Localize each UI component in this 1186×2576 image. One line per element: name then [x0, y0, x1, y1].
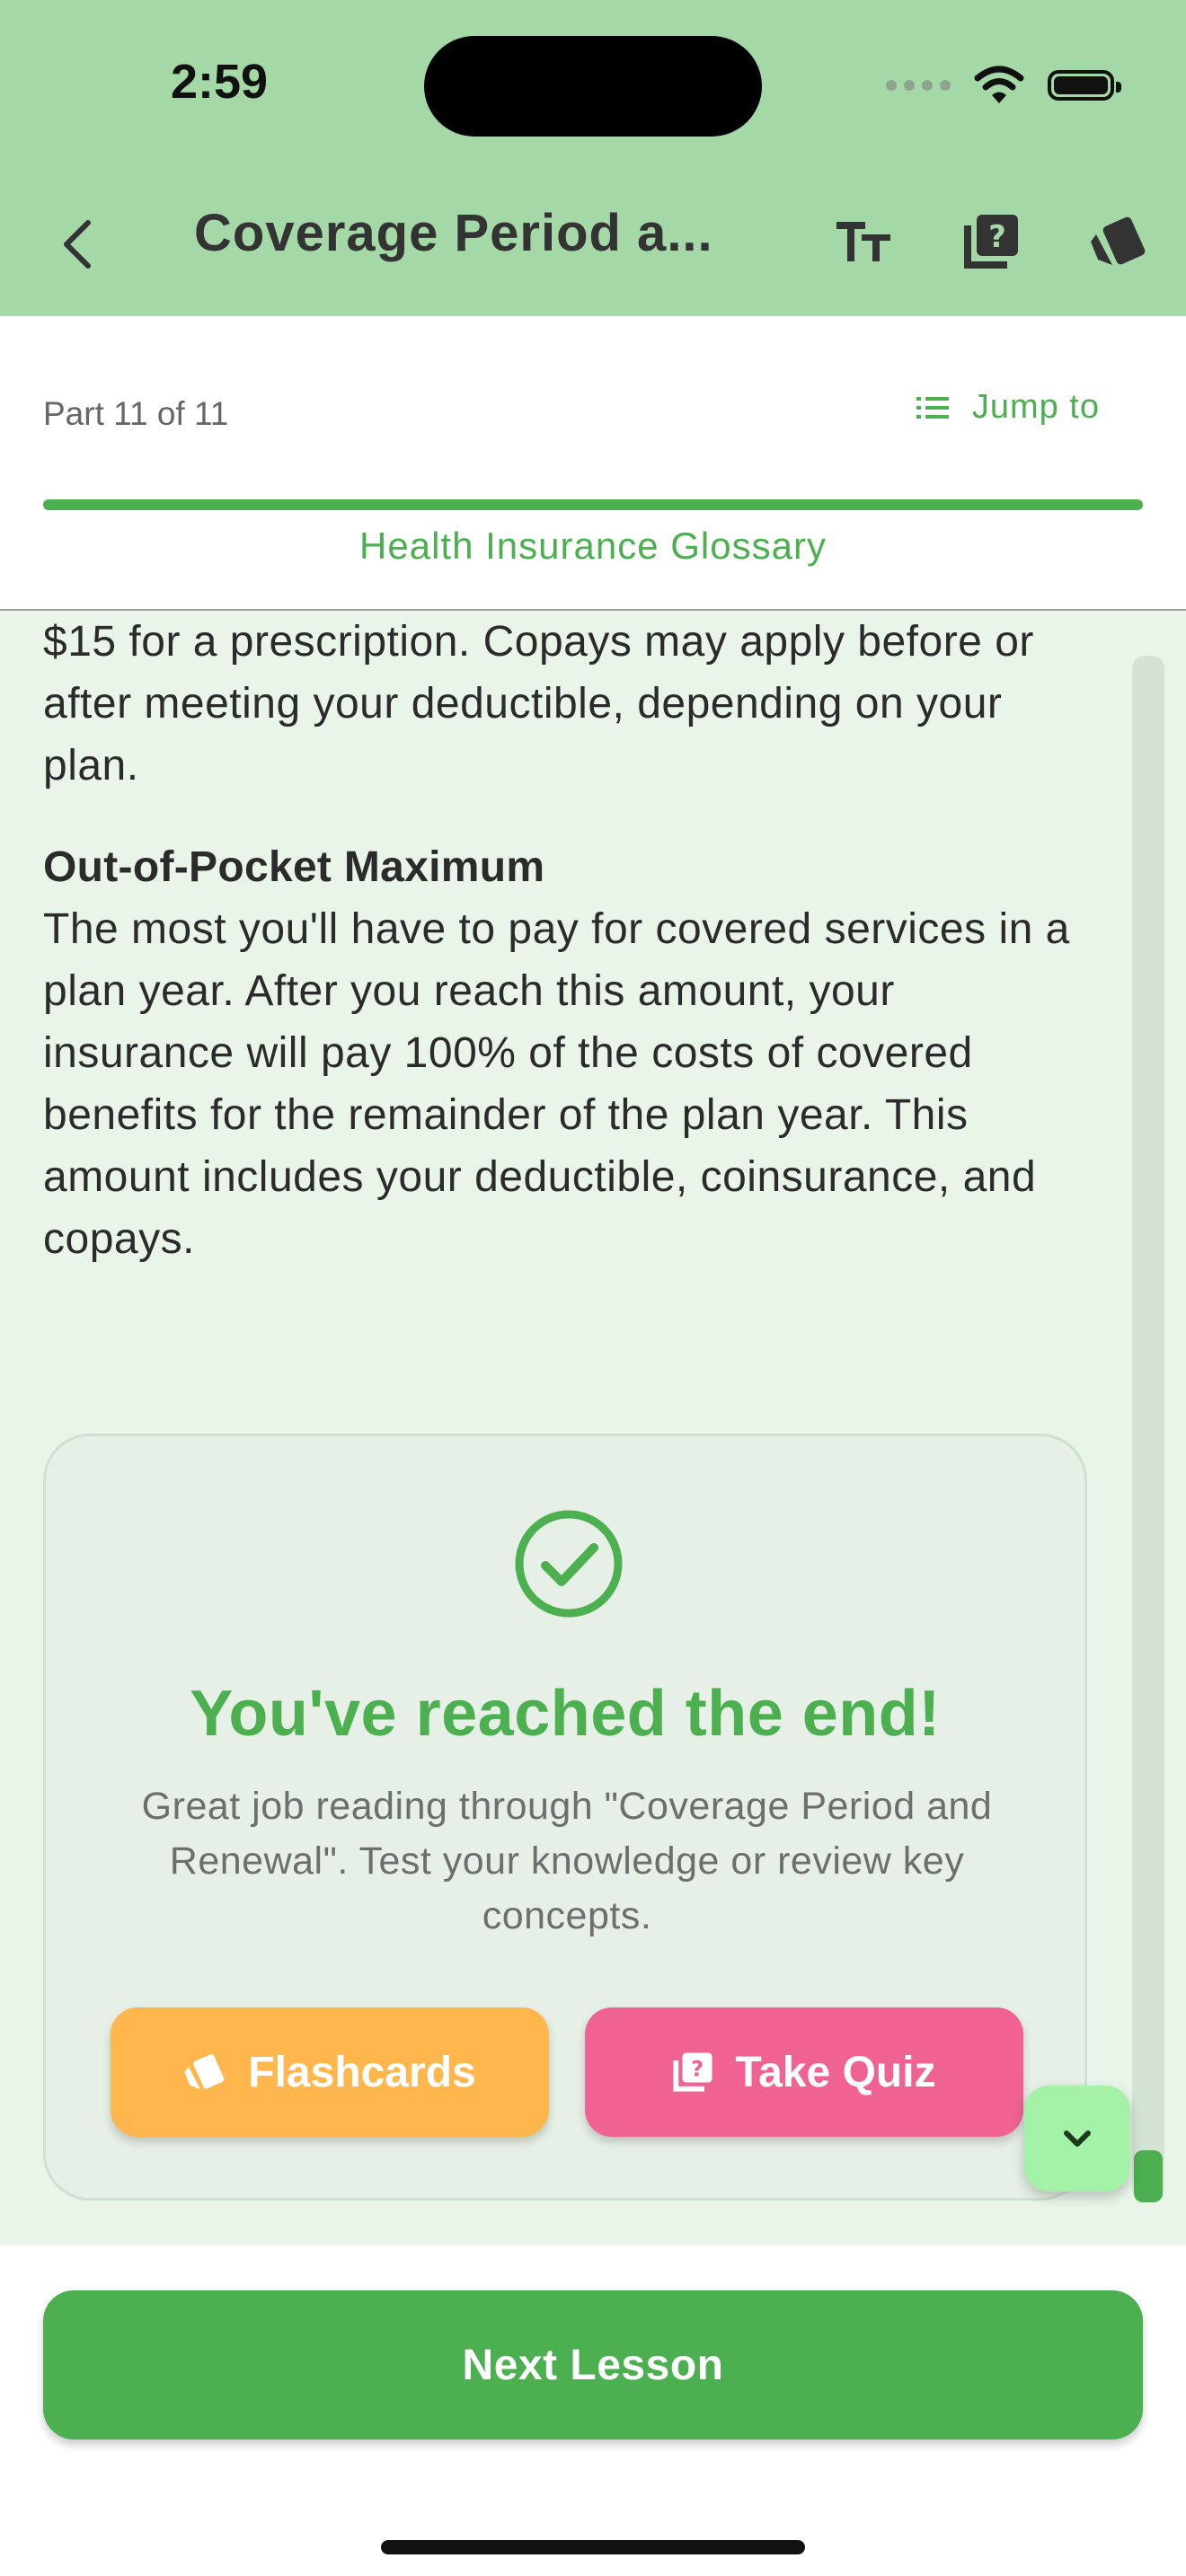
- chevron-left-icon: [64, 220, 91, 269]
- svg-text:?: ?: [988, 219, 1006, 255]
- term-heading: Out-of-Pocket Maximum: [43, 843, 545, 891]
- dynamic-island: [424, 36, 762, 137]
- flashcards-button[interactable]: Flashcards: [111, 2007, 549, 2137]
- completion-description: Great job reading through "Coverage Peri…: [141, 1785, 993, 1937]
- scrollbar-thumb[interactable]: [1134, 2150, 1163, 2202]
- completion-card: You've reached the end! Great job readin…: [43, 1434, 1087, 2201]
- jump-to-button[interactable]: Jump to: [916, 388, 1100, 427]
- lesson-progress-bar: [43, 499, 1143, 510]
- check-circle-icon: [515, 1510, 623, 1618]
- course-name: Health Insurance Glossary: [359, 525, 827, 567]
- paragraph: $15 for a prescription. Copays may apply…: [43, 618, 1034, 790]
- flashcards-button[interactable]: [1087, 210, 1150, 273]
- flashcards-icon: [1091, 216, 1146, 265]
- quiz-button[interactable]: ?: [960, 210, 1022, 273]
- wifi-icon: [974, 66, 1024, 103]
- svg-text:?: ?: [691, 2055, 704, 2081]
- part-counter: Part 11 of 11: [43, 395, 229, 432]
- signal-icon: [886, 80, 951, 91]
- lesson-content: $15 for a prescription. Copays may apply…: [43, 611, 1085, 1270]
- jump-to-label: Jump to: [971, 388, 1100, 426]
- text-size-icon: [836, 222, 890, 261]
- lesson-header: Part 11 of 11 Jump to Health Insurance G…: [0, 316, 1186, 611]
- scrollbar-track[interactable]: [1132, 656, 1164, 2201]
- quiz-icon: ?: [964, 215, 1018, 269]
- lesson-progress-fill: [43, 499, 1143, 510]
- flashcards-icon: [184, 2054, 225, 2089]
- flashcards-label: Flashcards: [248, 2048, 476, 2096]
- home-indicator[interactable]: [381, 2540, 805, 2554]
- back-button[interactable]: [50, 208, 104, 280]
- bottom-bar: Next Lesson: [0, 2245, 1186, 2576]
- term-definition: The most you'll have to pay for covered …: [43, 905, 1070, 1263]
- take-quiz-button[interactable]: ? Take Quiz: [585, 2007, 1023, 2137]
- next-lesson-button[interactable]: Next Lesson: [43, 2290, 1143, 2439]
- text-size-button[interactable]: [832, 210, 895, 273]
- scroll-down-button[interactable]: [1024, 2086, 1130, 2192]
- take-quiz-label: Take Quiz: [735, 2048, 936, 2096]
- status-time: 2:59: [171, 55, 269, 109]
- battery-icon: [1048, 70, 1121, 101]
- status-icons: [886, 63, 1121, 108]
- lesson-title: Coverage Period a...: [194, 204, 713, 262]
- top-app-bar: 2:59 Coverage Period a... ?: [0, 0, 1186, 316]
- completion-title: You've reached the end!: [190, 1678, 941, 1750]
- quiz-icon: ?: [673, 2052, 712, 2092]
- chevron-down-icon: [1064, 2130, 1091, 2147]
- list-icon: [916, 396, 949, 419]
